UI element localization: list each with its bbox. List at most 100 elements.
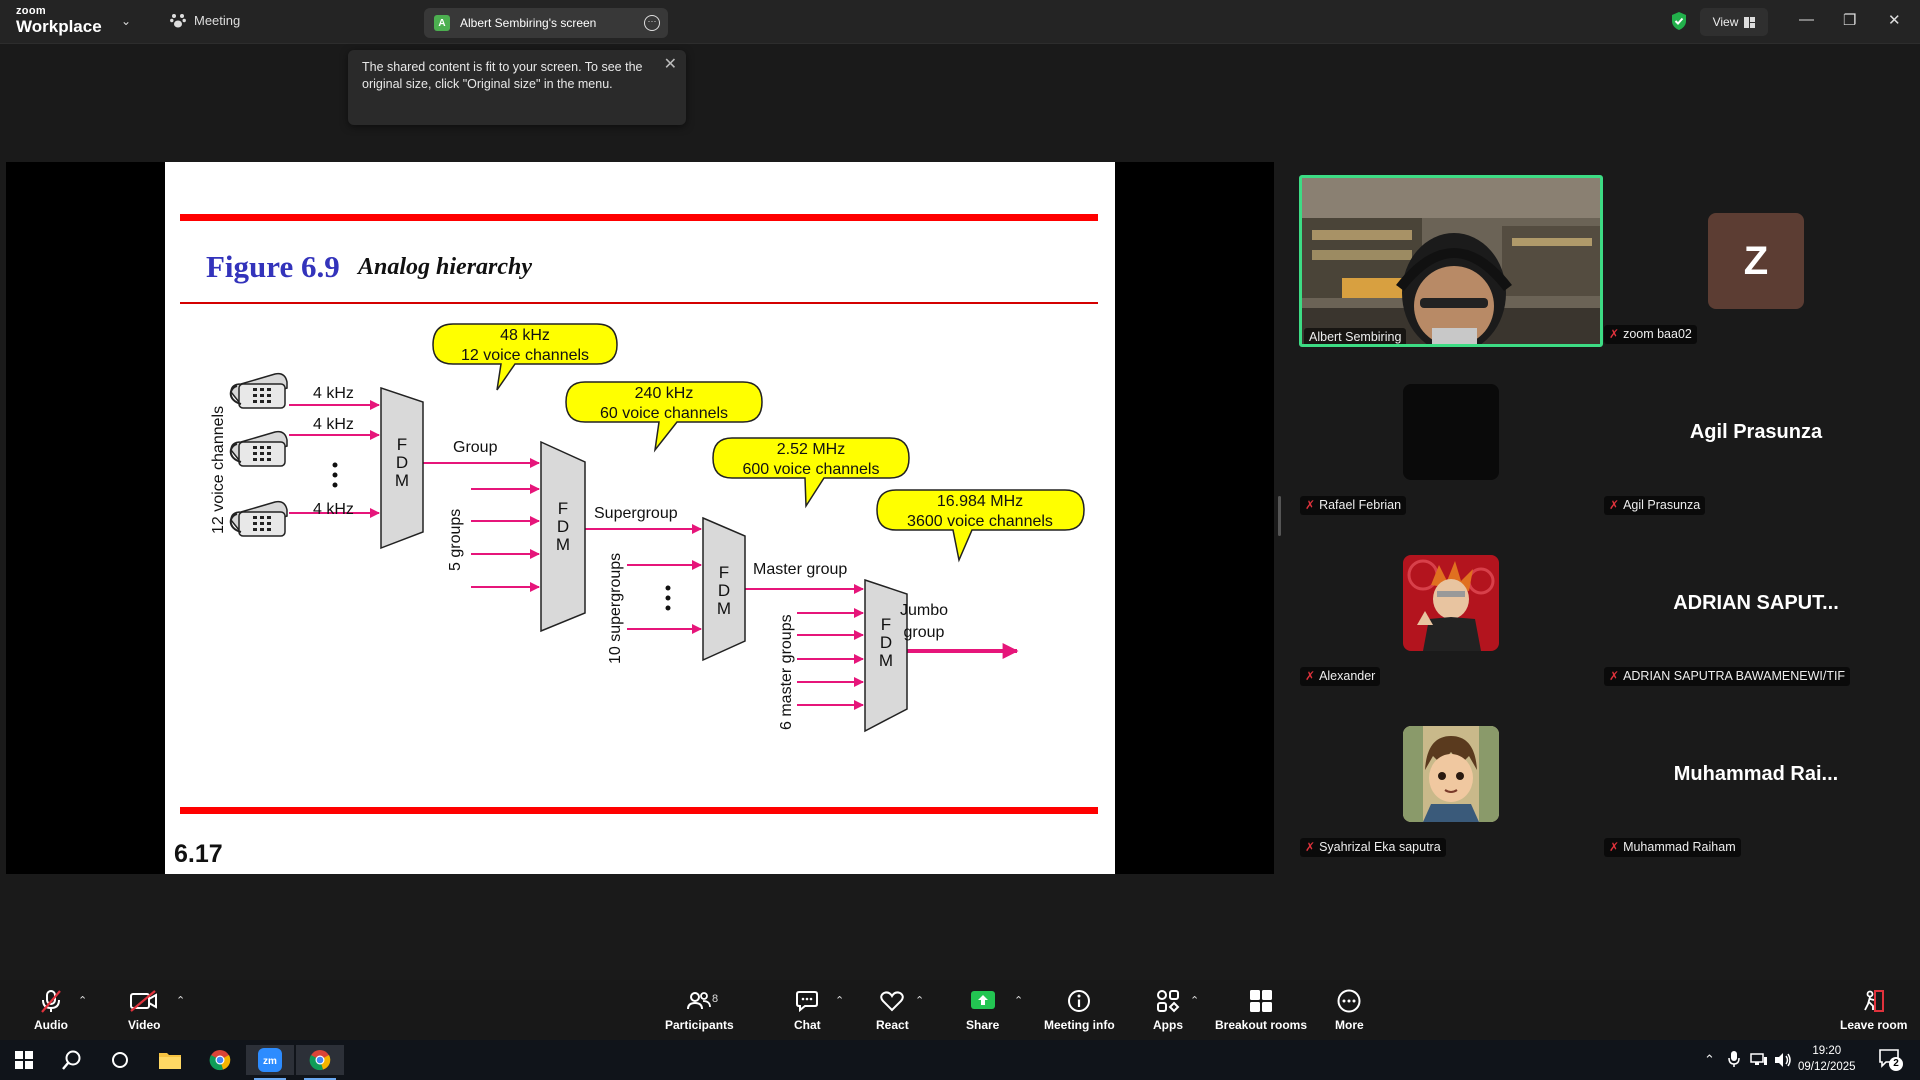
- bubble-text: 2.52 MHz: [777, 441, 845, 458]
- jumbo-label: group: [904, 624, 945, 641]
- participant-name-tag: ✗ Syahrizal Eka saputra: [1300, 838, 1446, 857]
- windows-taskbar: zm ⌃ 19:20 09/12/2025 2: [0, 1040, 1920, 1080]
- minimize-icon[interactable]: —: [1799, 11, 1814, 28]
- audio-button[interactable]: Audio: [34, 988, 68, 1032]
- notification-count-badge: 2: [1889, 1057, 1903, 1071]
- chrome-icon[interactable]: [196, 1045, 244, 1075]
- react-button[interactable]: React: [876, 988, 909, 1032]
- camera-off-icon: [130, 990, 158, 1012]
- search-icon[interactable]: [48, 1045, 96, 1075]
- network-icon[interactable]: [1750, 1052, 1768, 1066]
- clock-time: 19:20: [1812, 1045, 1842, 1057]
- file-explorer-icon[interactable]: [146, 1045, 194, 1075]
- clock-date: 09/12/2025: [1798, 1061, 1856, 1073]
- participant-name-tag: ✗ ADRIAN SAPUTRA BAWAMENEWI/TIF: [1604, 667, 1851, 686]
- mic-muted-icon: ✗: [1305, 669, 1316, 683]
- chat-icon: [796, 991, 819, 1013]
- frequency-label: 4 kHz: [313, 501, 354, 518]
- logo-small-text: zoom: [16, 5, 46, 17]
- mic-muted-icon: ✗: [1305, 498, 1316, 512]
- breakout-rooms-button[interactable]: Breakout rooms: [1215, 988, 1307, 1032]
- close-notification-icon[interactable]: ✕: [664, 56, 677, 73]
- zoom-workplace-logo[interactable]: zoom Workplace: [16, 5, 102, 36]
- meeting-info-button[interactable]: Meeting info: [1044, 988, 1115, 1032]
- video-button[interactable]: Video: [128, 988, 160, 1032]
- shared-screen-tab[interactable]: A Albert Sembiring's screen ···: [424, 8, 668, 38]
- react-options-chevron-icon[interactable]: ⌃: [915, 994, 924, 1007]
- microphone-muted-icon: [41, 990, 61, 1013]
- participants-count: 8: [712, 993, 719, 1005]
- notification-center-icon[interactable]: 2: [1878, 1048, 1903, 1071]
- participant-display-name: ADRIAN SAPUT...: [1673, 592, 1839, 614]
- zoom-app-icon[interactable]: zm: [246, 1045, 294, 1080]
- view-label: View: [1712, 15, 1739, 29]
- chevron-down-icon[interactable]: ⌄: [121, 14, 131, 28]
- system-clock[interactable]: 19:20 09/12/2025: [1798, 1043, 1856, 1075]
- restore-icon[interactable]: ❐: [1843, 11, 1856, 29]
- participant-video-tile[interactable]: Albert Sembiring: [1299, 175, 1603, 347]
- participant-name: Rafael Febrian: [1319, 498, 1402, 512]
- microphone-icon[interactable]: [1728, 1050, 1740, 1068]
- participant-tile[interactable]: Agil Prasunza ✗ Agil Prasunza: [1604, 346, 1908, 518]
- participant-name-tag: ✗ zoom baa02: [1604, 325, 1697, 344]
- bubble-text: 240 kHz: [635, 385, 694, 402]
- chrome-profile-icon[interactable]: [296, 1045, 344, 1080]
- participant-tile[interactable]: ✗ Syahrizal Eka saputra: [1300, 688, 1604, 860]
- participant-tile[interactable]: Muhammad Rai... ✗ Muhammad Raiham: [1604, 688, 1908, 860]
- bubble-text: 48 kHz: [500, 327, 550, 344]
- share-options-chevron-icon[interactable]: ⌃: [1014, 994, 1023, 1007]
- task-view-icon[interactable]: [96, 1045, 144, 1075]
- bubble-text: 60 voice channels: [600, 405, 728, 422]
- windows-start-icon[interactable]: [0, 1045, 48, 1075]
- participant-name: Albert Sembiring: [1309, 330, 1402, 344]
- participant-tile[interactable]: ADRIAN SAPUT... ✗ ADRIAN SAPUTRA BAWAMEN…: [1604, 517, 1908, 689]
- leave-room-label: Leave room: [1840, 1018, 1908, 1032]
- participant-name-tag: Albert Sembiring: [1304, 328, 1407, 344]
- participants-button[interactable]: Participants: [665, 988, 734, 1032]
- groups-count-label: 5 groups: [447, 509, 464, 571]
- chat-button[interactable]: Chat: [794, 988, 821, 1032]
- supergroups-count-label: 10 supergroups: [607, 553, 624, 664]
- close-window-icon[interactable]: ✕: [1888, 11, 1901, 29]
- meeting-menu-button[interactable]: Meeting: [170, 13, 240, 28]
- bubble-text: 3600 voice channels: [907, 513, 1053, 530]
- more-options-icon[interactable]: ···: [644, 15, 660, 31]
- audio-options-chevron-icon[interactable]: ⌃: [78, 994, 87, 1007]
- apps-button[interactable]: Apps: [1153, 988, 1183, 1032]
- volume-icon[interactable]: [1774, 1052, 1792, 1068]
- telephone-icon: [229, 372, 288, 409]
- mic-muted-icon: ✗: [1305, 840, 1316, 854]
- participants-icon: [687, 992, 712, 1010]
- notification-message: The shared content is fit to your screen…: [362, 60, 643, 91]
- participant-name: ADRIAN SAPUTRA BAWAMENEWI/TIF: [1623, 669, 1846, 683]
- participant-name-tag: ✗ Rafael Febrian: [1300, 496, 1407, 515]
- avatar: [1403, 384, 1499, 480]
- meeting-label: Meeting: [194, 13, 241, 28]
- participant-tile[interactable]: Z ✗ zoom baa02: [1604, 175, 1908, 347]
- avatar: [1403, 726, 1499, 822]
- leave-room-button[interactable]: Leave room: [1840, 988, 1907, 1032]
- avatar: [1403, 555, 1499, 651]
- grid-view-icon: [1744, 16, 1756, 28]
- presentation-slide: Figure 6.9 Analog hierarchy F D M F D M …: [165, 162, 1115, 874]
- participant-tile[interactable]: ✗ Alexander: [1300, 517, 1604, 689]
- fdm-letter: M: [717, 599, 731, 618]
- apps-options-chevron-icon[interactable]: ⌃: [1190, 994, 1199, 1007]
- more-button[interactable]: More: [1335, 988, 1364, 1032]
- view-button[interactable]: View: [1700, 8, 1768, 36]
- video-options-chevron-icon[interactable]: ⌃: [176, 994, 185, 1007]
- fdm-letter: M: [395, 471, 409, 490]
- heart-icon: [880, 991, 905, 1012]
- security-shield-icon[interactable]: [1670, 11, 1688, 31]
- master-groups-count-label: 6 master groups: [778, 614, 795, 730]
- chat-options-chevron-icon[interactable]: ⌃: [835, 994, 844, 1007]
- participant-tile[interactable]: ✗ Rafael Febrian: [1300, 346, 1604, 518]
- panel-resize-handle[interactable]: [1278, 496, 1281, 536]
- more-label: More: [1335, 1018, 1364, 1032]
- master-group-label: Master group: [753, 561, 847, 578]
- participant-display-name: Muhammad Rai...: [1673, 763, 1839, 785]
- fdm-letter: D: [557, 517, 569, 536]
- info-icon: [1068, 990, 1091, 1012]
- share-button[interactable]: Share: [966, 988, 999, 1032]
- chevron-up-icon[interactable]: ⌃: [1704, 1052, 1715, 1068]
